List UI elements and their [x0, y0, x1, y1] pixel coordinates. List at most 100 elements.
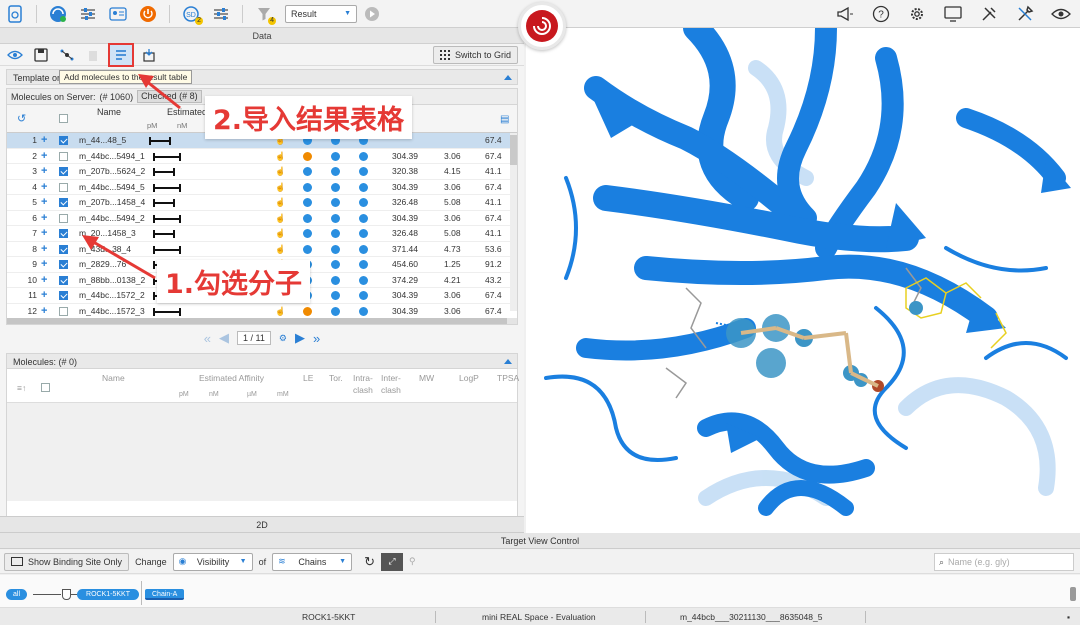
play-icon[interactable]: [357, 2, 387, 26]
table-row[interactable]: 7 + m_20...1458_3 ☝ 326.48 5.08 41.1: [7, 226, 517, 242]
molecule-name[interactable]: m_2829...76: [79, 257, 151, 272]
molecule-name[interactable]: m_44bc...1572_2: [79, 288, 151, 303]
row-checkbox[interactable]: [59, 306, 68, 316]
vertical-scrollbar[interactable]: [510, 133, 517, 311]
stack-icon[interactable]: SD 2: [176, 2, 206, 26]
molecule-name[interactable]: m_207b...1458_4: [79, 195, 151, 210]
hand-icon[interactable]: ☝: [275, 180, 286, 195]
collapse-icon[interactable]: [504, 359, 512, 364]
export-icon[interactable]: [138, 46, 160, 64]
checked-filter-chip[interactable]: Checked (# 8): [137, 90, 202, 103]
hand-icon[interactable]: ☝: [275, 226, 286, 241]
pill-all[interactable]: all: [6, 589, 28, 600]
chains-dropdown[interactable]: ≋ Chains ▼: [272, 552, 353, 571]
molecules-section-bar[interactable]: Molecules: (# 0): [6, 353, 518, 369]
power-icon[interactable]: [133, 2, 163, 26]
row-checkbox[interactable]: [59, 260, 68, 269]
molecule-name[interactable]: m_44bc...1572_3: [79, 304, 151, 319]
row-checkbox[interactable]: [59, 244, 68, 254]
result-col-le[interactable]: LE: [303, 373, 313, 383]
pill-chain[interactable]: Chain-A: [145, 589, 185, 600]
add-row-icon[interactable]: +: [41, 149, 47, 164]
row-checkbox[interactable]: [59, 198, 68, 207]
table-row[interactable]: 4 + m_44bc...5494_5 ☝ 304.39 3.06 67.4: [7, 180, 517, 195]
result-col-logp[interactable]: LogP: [459, 373, 479, 383]
table-settings-icon[interactable]: ▤: [500, 114, 509, 125]
add-row-icon[interactable]: +: [41, 211, 47, 226]
add-row-icon[interactable]: +: [41, 288, 47, 303]
hand-icon[interactable]: ☝: [275, 304, 286, 319]
undo-icon[interactable]: ↺: [17, 112, 26, 125]
add-to-result-table-button[interactable]: [108, 42, 134, 67]
hand-icon[interactable]: ☝: [275, 149, 286, 164]
docking-icon[interactable]: [43, 2, 73, 26]
add-row-icon[interactable]: +: [41, 242, 47, 257]
molecule-name[interactable]: m_44bc...5494_1: [79, 149, 151, 164]
col-affinity-header[interactable]: Estimated: [167, 107, 207, 117]
add-row-icon[interactable]: +: [41, 164, 47, 179]
col-name-header[interactable]: Name: [97, 107, 121, 117]
megaphone-icon[interactable]: [830, 2, 860, 26]
molecule-name[interactable]: m_207b...5624_2: [79, 164, 151, 179]
protein-3d-viewer[interactable]: [526, 28, 1080, 533]
select-all-checkbox[interactable]: [59, 114, 68, 123]
visibility-dropdown[interactable]: ◉ Visibility ▼: [172, 552, 253, 571]
save-icon[interactable]: [30, 46, 52, 64]
table-row[interactable]: 6 + m_44bc...5494_2 ☝ 304.39 3.06 67.4: [7, 211, 517, 226]
result-col-affinity[interactable]: Estimated Affinity: [199, 373, 264, 383]
add-row-icon[interactable]: +: [41, 273, 47, 288]
add-row-icon[interactable]: +: [41, 226, 47, 241]
table-row[interactable]: 2 + m_44bc...5494_1 ☝ 304.39 3.06 67.4: [7, 149, 517, 164]
result-dropdown[interactable]: Result ▼: [285, 4, 357, 23]
row-checkbox[interactable]: [59, 291, 68, 300]
add-row-icon[interactable]: +: [41, 195, 47, 210]
molecule-icon[interactable]: [56, 46, 78, 64]
next-page-icon[interactable]: ▶: [295, 330, 305, 346]
row-checkbox[interactable]: [59, 136, 68, 145]
panel-2d-bar[interactable]: 2D: [0, 516, 524, 533]
hand-icon[interactable]: ☝: [275, 195, 286, 210]
residue-name-search[interactable]: ⌕ Name (e.g. gly): [934, 553, 1074, 571]
help-icon[interactable]: ?: [866, 2, 896, 26]
pill-target[interactable]: ROCK1-5KKT: [77, 589, 139, 600]
delete-icon[interactable]: [82, 46, 104, 64]
filter-sliders-icon[interactable]: [206, 2, 236, 26]
add-row-icon[interactable]: +: [41, 133, 47, 148]
molecule-name[interactable]: m_20...1458_3: [79, 226, 151, 241]
result-col-intra[interactable]: Intra-: [353, 373, 373, 383]
molecule-name[interactable]: m_43d...38_4: [79, 242, 151, 257]
result-col-name[interactable]: Name: [102, 373, 125, 383]
settings-sliders-icon[interactable]: [73, 2, 103, 26]
page-settings-icon[interactable]: ⚙: [279, 333, 287, 344]
new-project-icon[interactable]: [0, 2, 30, 26]
view-icon[interactable]: [4, 46, 26, 64]
hand-icon[interactable]: ☝: [275, 211, 286, 226]
molecule-name[interactable]: m_44...48_5: [79, 133, 151, 148]
molecule-name[interactable]: m_44bc...5494_2: [79, 211, 151, 226]
row-checkbox[interactable]: [59, 167, 68, 176]
table-row[interactable]: 3 + m_207b...5624_2 ☝ 320.38 4.15 41.1: [7, 164, 517, 180]
table-row[interactable]: 12 + m_44bc...1572_3 ☝ 304.39 3.06 67.4: [7, 304, 517, 319]
link-icon[interactable]: ⚲: [409, 556, 416, 567]
wrench-icon[interactable]: [1010, 2, 1040, 26]
monitor-icon[interactable]: [938, 2, 968, 26]
show-binding-site-button[interactable]: Show Binding Site Only: [4, 552, 130, 571]
molecule-name[interactable]: m_88bb...0138_2: [79, 273, 151, 288]
result-col-mw[interactable]: MW: [419, 373, 434, 383]
result-col-tpsa[interactable]: TPSA: [497, 373, 519, 383]
gear-icon[interactable]: [902, 2, 932, 26]
row-checkbox[interactable]: [59, 275, 68, 285]
hand-icon[interactable]: ☝: [275, 164, 286, 179]
message-icon[interactable]: ▪: [1067, 612, 1070, 622]
hand-icon[interactable]: ☝: [275, 242, 286, 257]
add-row-icon[interactable]: +: [41, 180, 47, 195]
row-checkbox[interactable]: [59, 229, 68, 238]
collapse-icon[interactable]: [504, 75, 512, 80]
row-checkbox[interactable]: [59, 151, 68, 161]
row-checkbox[interactable]: [59, 213, 68, 223]
add-row-icon[interactable]: +: [41, 257, 47, 272]
prev-page-icon[interactable]: ◀: [219, 330, 229, 346]
sort-icon[interactable]: ≡↑: [17, 383, 26, 393]
first-page-icon[interactable]: «: [204, 331, 211, 346]
result-col-inter[interactable]: Inter-: [381, 373, 401, 383]
